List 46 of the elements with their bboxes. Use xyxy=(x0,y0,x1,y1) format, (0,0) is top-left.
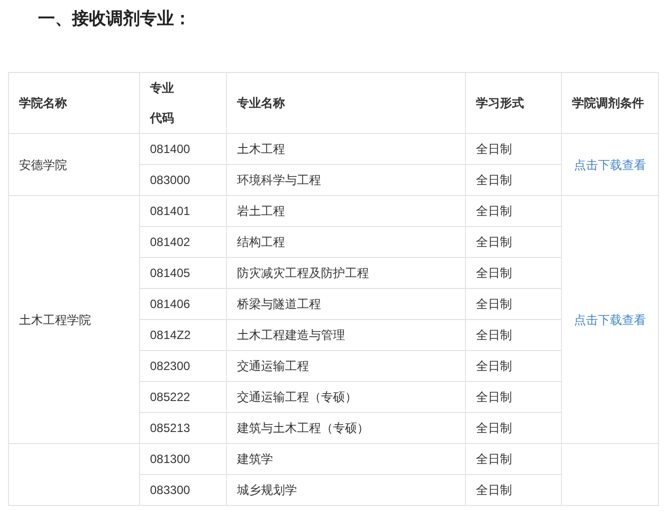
study-mode: 全日制 xyxy=(476,204,512,218)
major-name: 防灾减灾工程及防护工程 xyxy=(237,266,369,280)
major-name: 建筑与土木工程（专硕） xyxy=(237,421,369,435)
major-code: 082300 xyxy=(150,359,190,373)
column-header-text: 专业名称 xyxy=(237,96,285,110)
major-code: 085222 xyxy=(150,390,190,404)
download-link[interactable]: 点击下载查看 xyxy=(574,158,646,172)
column-header-text: 学习形式 xyxy=(476,96,524,110)
major-name: 交通运输工程 xyxy=(237,359,309,373)
column-header-text: 专业代码 xyxy=(150,80,174,127)
column-header-text: 学院调剂条件 xyxy=(572,96,644,110)
section-heading: 一、接收调剂专业： xyxy=(37,8,192,30)
major-code: 083000 xyxy=(150,173,190,187)
major-name: 结构工程 xyxy=(237,235,285,249)
study-mode: 全日制 xyxy=(476,173,512,187)
study-mode: 全日制 xyxy=(476,452,512,466)
major-code: 081402 xyxy=(150,235,190,249)
college-name: 安德学院 xyxy=(19,158,67,172)
major-code: 083300 xyxy=(150,483,190,497)
major-code: 081400 xyxy=(150,142,190,156)
major-name: 建筑学 xyxy=(237,452,273,466)
major-name: 土木工程建造与管理 xyxy=(237,328,345,342)
college-name: 土木工程学院 xyxy=(19,312,91,326)
major-code: 081406 xyxy=(150,297,190,311)
major-name: 岩土工程 xyxy=(237,204,285,218)
major-code: 081401 xyxy=(150,204,190,218)
major-code: 085213 xyxy=(150,421,190,435)
study-mode: 全日制 xyxy=(476,297,512,311)
major-name: 城乡规划学 xyxy=(237,483,297,497)
major-code: 081405 xyxy=(150,266,190,280)
major-code: 081300 xyxy=(150,452,190,466)
column-header-text: 学院名称 xyxy=(19,96,67,110)
study-mode: 全日制 xyxy=(476,266,512,280)
major-name: 环境科学与工程 xyxy=(237,173,321,187)
study-mode: 全日制 xyxy=(476,359,512,373)
major-name: 土木工程 xyxy=(237,142,285,156)
major-code: 0814Z2 xyxy=(150,328,191,342)
study-mode: 全日制 xyxy=(476,235,512,249)
study-mode: 全日制 xyxy=(476,142,512,156)
study-mode: 全日制 xyxy=(476,390,512,404)
study-mode: 全日制 xyxy=(476,483,512,497)
major-name: 交通运输工程（专硕） xyxy=(237,390,357,404)
major-name: 桥梁与隧道工程 xyxy=(237,297,321,311)
study-mode: 全日制 xyxy=(476,328,512,342)
study-mode: 全日制 xyxy=(476,421,512,435)
download-link[interactable]: 点击下载查看 xyxy=(574,312,646,326)
